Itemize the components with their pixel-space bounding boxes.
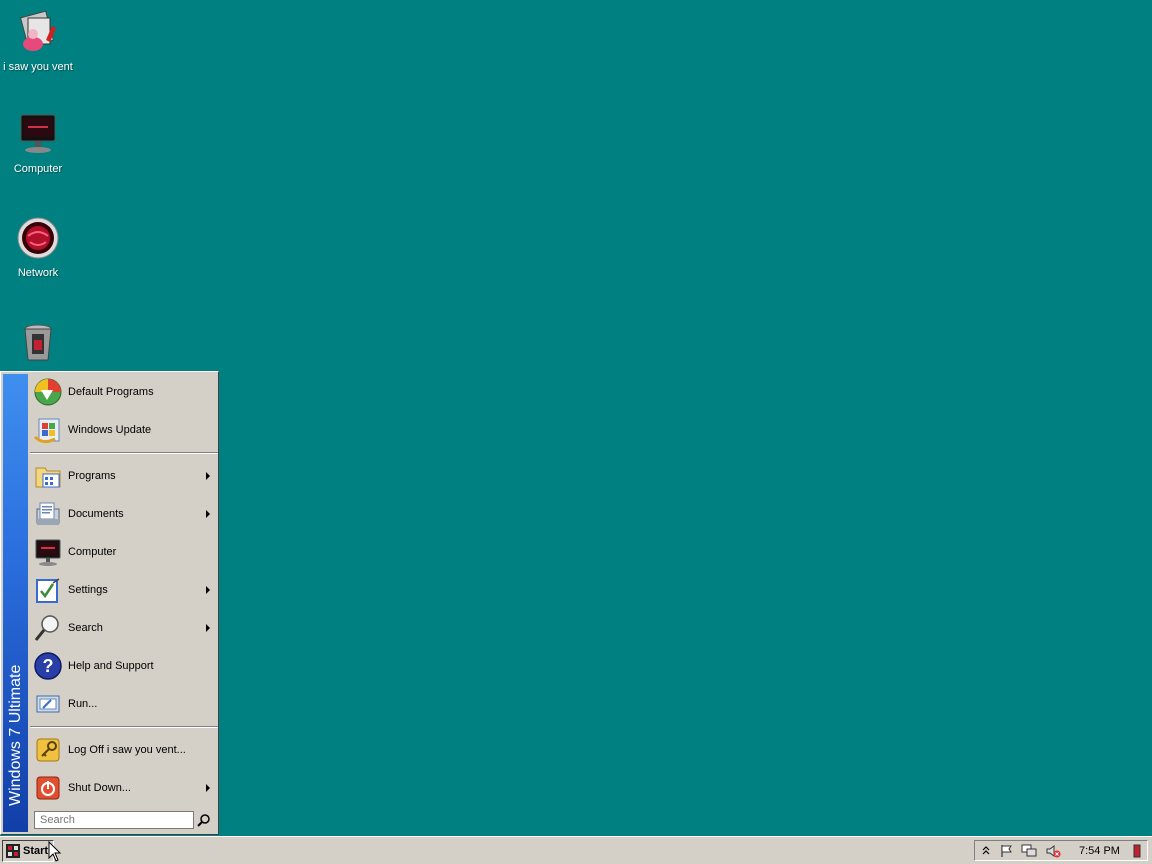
menu-item-label: Help and Support bbox=[68, 660, 154, 672]
desktop-icon-recycle-bin[interactable] bbox=[0, 320, 76, 371]
submenu-arrow-icon bbox=[206, 472, 210, 480]
user-folder-icon bbox=[19, 10, 56, 51]
menu-item-computer[interactable]: Computer bbox=[31, 534, 217, 570]
menu-item-label: Documents bbox=[68, 508, 124, 520]
search-button-icon[interactable] bbox=[197, 813, 211, 827]
menu-item-documents[interactable]: Documents bbox=[31, 496, 217, 532]
menu-item-label: Settings bbox=[68, 584, 108, 596]
menu-item-label: Default Programs bbox=[68, 386, 154, 398]
menu-item-label: Computer bbox=[68, 546, 117, 558]
desktop-icon-label: Network bbox=[17, 267, 59, 279]
programs-icon bbox=[35, 467, 61, 488]
menu-item-settings[interactable]: Settings bbox=[31, 572, 217, 608]
menu-item-label: Programs bbox=[68, 470, 116, 482]
help-icon: ? bbox=[34, 652, 62, 680]
menu-item-label: Log Off i saw you vent... bbox=[68, 744, 186, 756]
menu-item-default-programs[interactable]: Default Programs bbox=[31, 374, 217, 410]
start-menu-banner: Windows 7 Ultimate bbox=[3, 374, 28, 832]
default-programs-icon bbox=[34, 378, 62, 406]
start-button-label: Start bbox=[23, 845, 49, 857]
start-button[interactable]: Start bbox=[2, 840, 54, 862]
start-logo-icon bbox=[6, 844, 20, 858]
desktop-icon-user-folder[interactable]: i saw you vent bbox=[0, 10, 76, 73]
network-tray-icon[interactable] bbox=[1021, 844, 1037, 858]
search-icon bbox=[34, 615, 59, 641]
start-search-input[interactable] bbox=[34, 811, 194, 829]
show-hidden-icons-chevron-icon[interactable] bbox=[981, 844, 991, 856]
desktop-icon-label: i saw you vent bbox=[3, 61, 73, 73]
desktop-icon-computer[interactable]: Computer bbox=[0, 112, 76, 175]
menu-item-shut-down[interactable]: Shut Down... bbox=[31, 770, 217, 806]
menu-item-label: Search bbox=[68, 622, 103, 634]
run-icon bbox=[36, 695, 60, 713]
menu-item-log-off[interactable]: Log Off i saw you vent... bbox=[31, 732, 217, 768]
menu-separator bbox=[30, 452, 218, 454]
menu-item-help-and-support[interactable]: ? Help and Support bbox=[31, 648, 217, 684]
svg-text:?: ? bbox=[43, 656, 54, 676]
clock[interactable]: 7:54 PM bbox=[1079, 845, 1120, 857]
submenu-arrow-icon bbox=[206, 624, 210, 632]
windows-update-icon bbox=[33, 418, 60, 444]
settings-icon bbox=[36, 578, 60, 603]
documents-icon bbox=[36, 502, 60, 525]
menu-item-run[interactable]: Run... bbox=[31, 686, 217, 722]
network-globe-icon bbox=[17, 217, 59, 259]
menu-item-windows-update[interactable]: Windows Update bbox=[31, 412, 217, 448]
logoff-key-icon bbox=[36, 738, 60, 762]
menu-separator bbox=[30, 726, 218, 728]
taskbar: Start 7:54 PM bbox=[0, 836, 1152, 864]
submenu-arrow-icon bbox=[206, 784, 210, 792]
menu-item-programs[interactable]: Programs bbox=[31, 458, 217, 494]
action-center-flag-icon[interactable] bbox=[999, 844, 1015, 858]
submenu-arrow-icon bbox=[206, 510, 210, 518]
recycle-bin-icon bbox=[24, 324, 52, 361]
menu-item-label: Windows Update bbox=[68, 424, 152, 436]
menu-item-label: Shut Down... bbox=[68, 782, 131, 794]
shutdown-icon bbox=[36, 776, 60, 800]
start-menu: Windows 7 Ultimate Default Programs Wind… bbox=[0, 371, 219, 835]
submenu-arrow-icon bbox=[206, 586, 210, 594]
mouse-cursor-icon bbox=[48, 841, 62, 862]
menu-item-label: Run... bbox=[68, 698, 98, 710]
desktop-icon-network[interactable]: Network bbox=[0, 216, 76, 279]
menu-item-search[interactable]: Search bbox=[31, 610, 217, 646]
volume-muted-icon[interactable] bbox=[1045, 844, 1061, 858]
show-desktop-icon[interactable] bbox=[1133, 844, 1141, 858]
desktop-icon-label: Computer bbox=[13, 163, 63, 175]
system-tray: 7:54 PM bbox=[974, 840, 1148, 861]
computer-icon bbox=[35, 539, 61, 566]
computer-icon bbox=[20, 114, 56, 153]
start-menu-banner-text: Windows 7 Ultimate bbox=[6, 664, 24, 806]
